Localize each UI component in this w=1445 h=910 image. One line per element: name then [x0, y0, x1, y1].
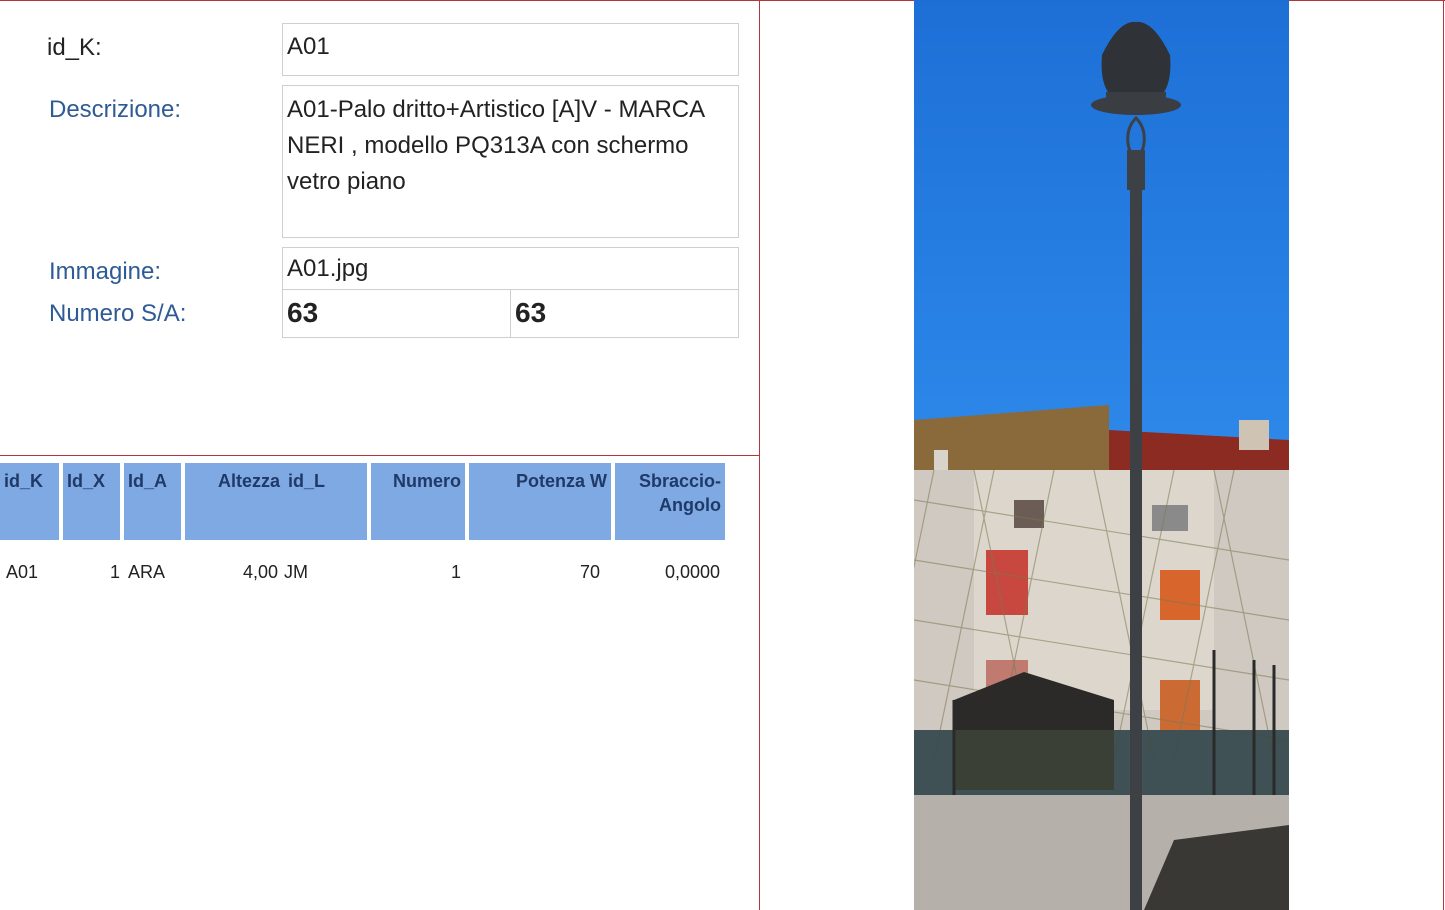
numero-sa-label: Numero S/A: — [49, 300, 187, 327]
descrizione-field[interactable]: A01-Palo dritto+Artistico [A]V - MARCA N… — [282, 85, 739, 238]
frame-right-border — [1443, 0, 1444, 910]
cell-sbraccio: 0,0000 — [664, 562, 720, 582]
id-k-label: id_K: — [47, 34, 102, 61]
section-separator — [0, 455, 760, 456]
cell-id-a: ARA — [128, 562, 166, 582]
street-lamp-photo — [914, 0, 1289, 910]
column-header-sbraccio: Sbraccio- Angolo — [615, 463, 725, 540]
cell-id-x: 1 — [109, 562, 120, 582]
numero-s-field[interactable]: 63 — [282, 289, 511, 338]
numero-a-field[interactable]: 63 — [510, 289, 739, 338]
descrizione-label: Descrizione: — [49, 96, 182, 123]
immagine-field[interactable]: A01.jpg — [282, 247, 739, 290]
column-header-id-l: id_L — [284, 463, 367, 540]
cell-altezza: 4,00 — [242, 562, 278, 582]
cell-numero: 1 — [450, 562, 461, 582]
column-header-id-x: Id_X — [63, 463, 120, 540]
column-header-numero: Numero — [371, 463, 465, 540]
cell-id-k: A01 — [6, 562, 39, 582]
immagine-label: Immagine: — [49, 258, 162, 285]
column-header-altezza: Altezza — [185, 463, 284, 540]
id-k-field[interactable]: A01 — [282, 23, 739, 76]
cell-id-l: JM — [284, 562, 308, 582]
cell-potenza: 70 — [579, 562, 600, 582]
column-header-potenza: Potenza W — [469, 463, 611, 540]
column-header-id-k: id_K — [0, 463, 59, 540]
column-header-id-a: Id_A — [124, 463, 181, 540]
